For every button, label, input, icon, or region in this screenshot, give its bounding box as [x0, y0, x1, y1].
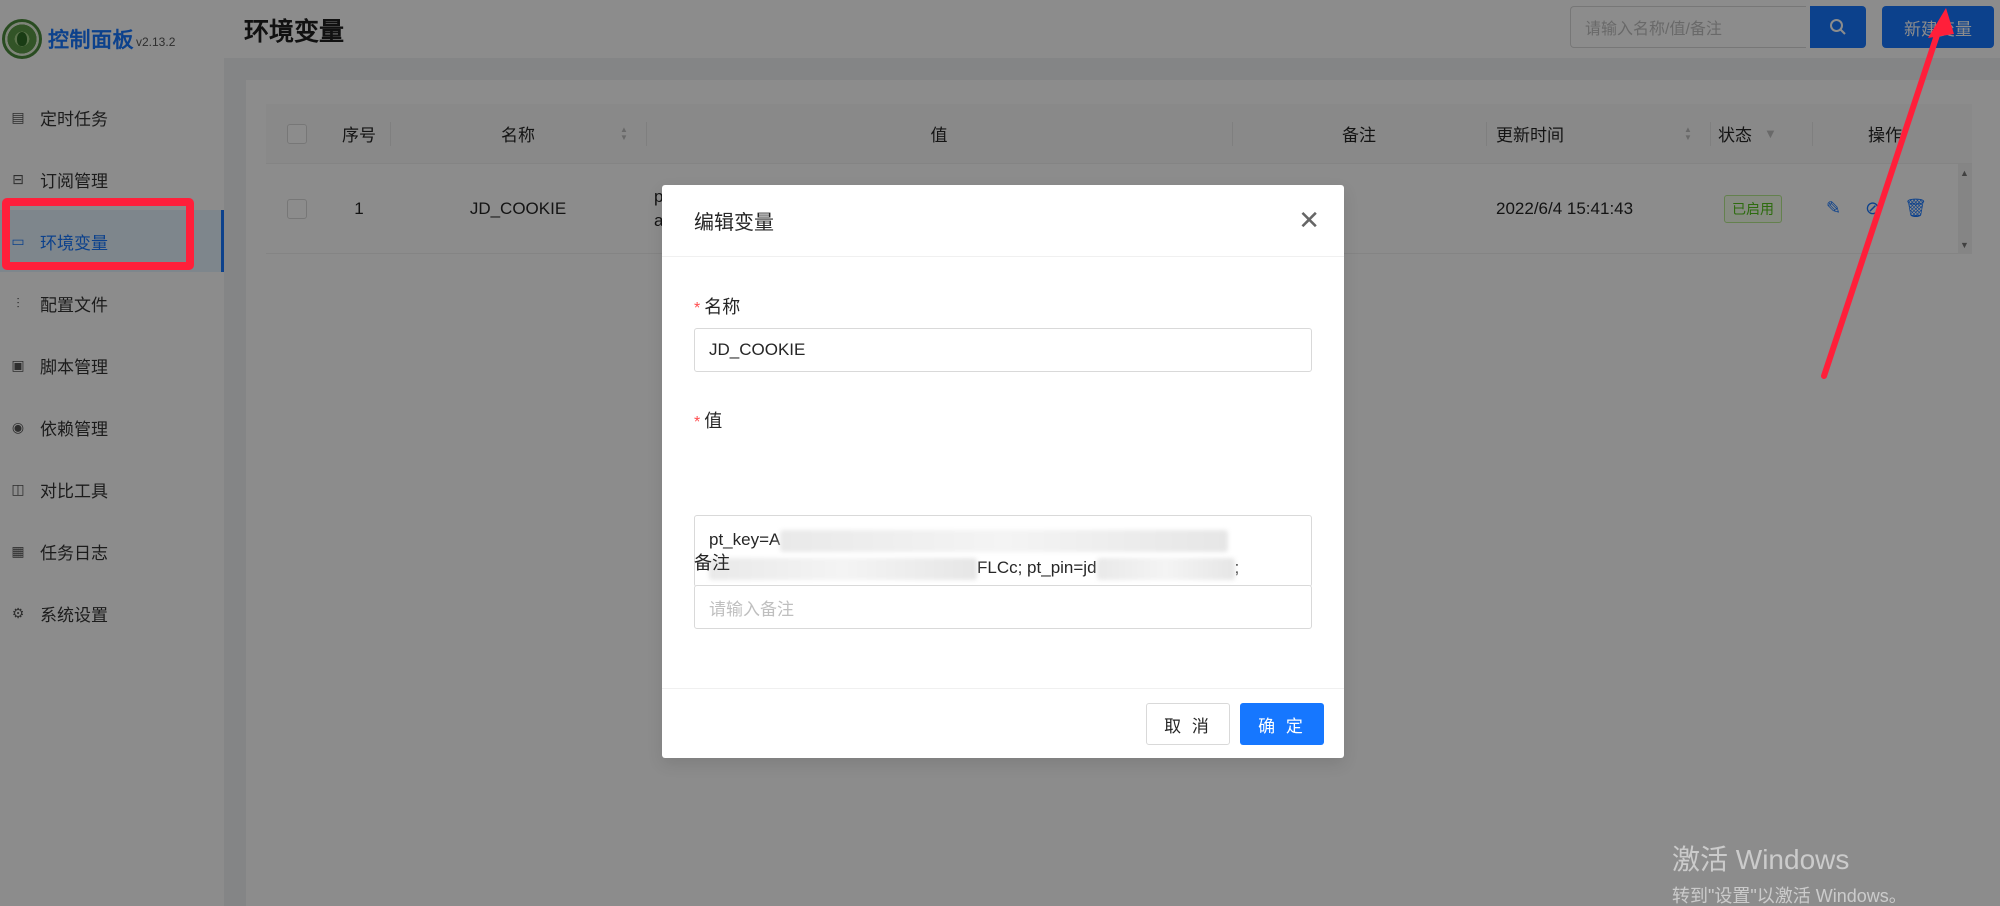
redacted-region: [1096, 557, 1235, 580]
watermark-line1: 激活 Windows: [1672, 844, 1850, 875]
edit-variable-modal: 编辑变量 ✕ * 名称 JD_COOKIE * 值 pt_key=A FLCc; p…: [662, 185, 1344, 758]
annotation-highlight-box: [2, 198, 194, 270]
cancel-button[interactable]: 取 消: [1146, 703, 1230, 745]
value-suffix: ;: [1234, 558, 1240, 577]
modal-footer: 取 消 确 定: [662, 688, 1344, 758]
value-middle: FLCc; pt_pin=jd: [977, 558, 1097, 577]
redacted-region: [780, 529, 1229, 552]
watermark-line2: 转到"设置"以激活 Windows。: [1672, 886, 1907, 906]
value-label-text: 值: [704, 411, 723, 431]
remark-field[interactable]: 请输入备注: [694, 585, 1312, 629]
required-mark: *: [694, 300, 701, 317]
required-mark: *: [694, 414, 701, 431]
redacted-region: [709, 557, 977, 580]
name-field[interactable]: JD_COOKIE: [694, 328, 1312, 372]
remark-label: 备注: [694, 553, 730, 573]
windows-watermark: 激活 Windows 转到"设置"以激活 Windows。: [1672, 838, 1907, 906]
name-label: * 名称: [694, 293, 740, 319]
value-line-2: FLCc; pt_pin=jd;: [709, 554, 1297, 582]
modal-header: 编辑变量 ✕: [662, 185, 1344, 257]
modal-title: 编辑变量: [694, 212, 774, 234]
value-prefix: pt_key=A: [709, 530, 781, 549]
name-label-text: 名称: [704, 297, 741, 317]
value-textarea[interactable]: pt_key=A FLCc; pt_pin=jd;: [694, 515, 1312, 587]
close-icon[interactable]: ✕: [1298, 207, 1320, 233]
value-line-1: pt_key=A: [709, 526, 1297, 554]
value-label: * 值: [694, 407, 722, 433]
confirm-button[interactable]: 确 定: [1240, 703, 1324, 745]
